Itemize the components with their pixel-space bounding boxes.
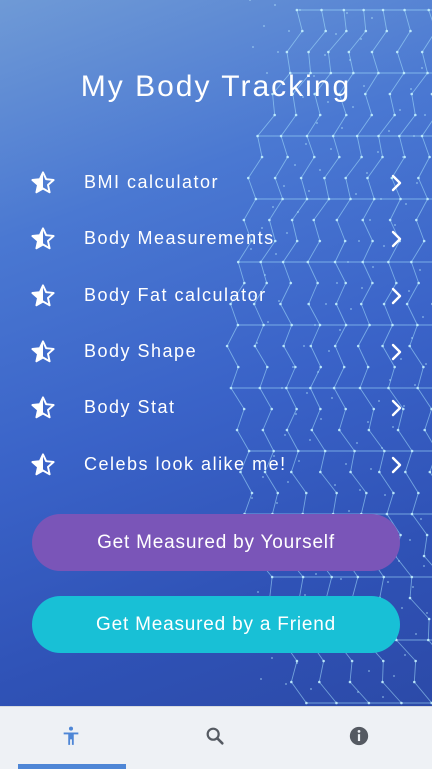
menu-item-label: Celebs look alike me! (84, 454, 287, 475)
menu-item-celebs-look-alike[interactable]: Celebs look alike me! (0, 436, 432, 492)
menu-item-label: Body Shape (84, 341, 197, 362)
tab-search[interactable] (162, 707, 270, 769)
chevron-right-icon (390, 229, 404, 249)
menu-item-label: Body Fat calculator (84, 285, 267, 306)
main-screen: My Body Tracking BMI calculator Body Mea… (0, 0, 432, 706)
accessibility-icon (60, 725, 82, 747)
tab-info[interactable] (306, 707, 414, 769)
tab-body[interactable] (18, 707, 126, 769)
menu-item-label: Body Stat (84, 397, 176, 418)
star-icon (30, 339, 56, 365)
chevron-right-icon (390, 455, 404, 475)
chevron-right-icon (390, 286, 404, 306)
star-icon (30, 226, 56, 252)
menu-item-body-fat-calculator[interactable]: Body Fat calculator (0, 267, 432, 323)
star-icon (30, 283, 56, 309)
info-icon (348, 725, 370, 747)
page-title: My Body Tracking (0, 70, 432, 104)
get-measured-by-yourself-button[interactable]: Get Measured by Yourself (32, 514, 400, 571)
menu-item-label: BMI calculator (84, 172, 219, 193)
chevron-right-icon (390, 398, 404, 418)
active-tab-indicator (18, 764, 126, 769)
menu-item-body-measurements[interactable]: Body Measurements (0, 210, 432, 266)
search-icon (204, 725, 226, 747)
star-icon (30, 452, 56, 478)
star-icon (30, 395, 56, 421)
star-icon (30, 170, 56, 196)
bottom-navigation (0, 706, 432, 769)
get-measured-by-a-friend-button[interactable]: Get Measured by a Friend (32, 596, 400, 653)
menu-item-body-shape[interactable]: Body Shape (0, 323, 432, 379)
menu-item-body-stat[interactable]: Body Stat (0, 379, 432, 435)
menu-item-bmi-calculator[interactable]: BMI calculator (0, 154, 432, 210)
chevron-right-icon (390, 173, 404, 193)
menu-item-label: Body Measurements (84, 228, 275, 249)
chevron-right-icon (390, 342, 404, 362)
